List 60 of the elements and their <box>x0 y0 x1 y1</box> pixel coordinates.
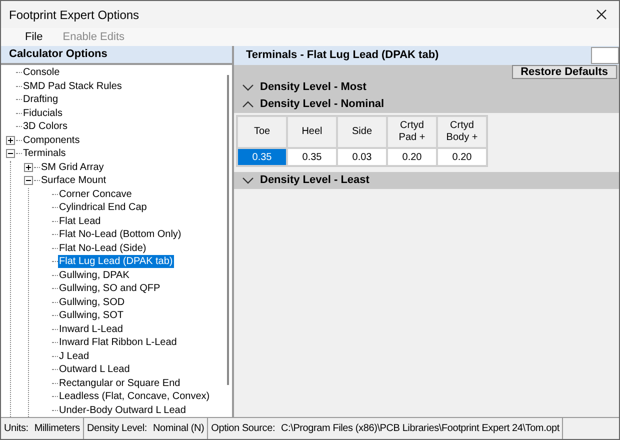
status-value: Millimeters <box>34 422 80 436</box>
restore-defaults-button[interactable]: Restore Defaults <box>512 65 617 79</box>
chevron-up-icon[interactable] <box>242 101 254 108</box>
tree-item[interactable]: SMD Pad Stack Rules <box>22 80 123 93</box>
tree-item[interactable]: 3D Colors <box>22 120 68 134</box>
tree-item[interactable]: Gullwing, DPAK <box>58 268 130 282</box>
tree-item[interactable]: Outward L Lead <box>58 363 131 376</box>
table-cell[interactable]: 0.20 <box>387 148 437 166</box>
window-title: Footprint Expert Options <box>9 6 140 24</box>
sidebar-header: Calculator Options <box>1 46 232 65</box>
section-header[interactable]: Density Level - Most <box>234 79 619 96</box>
tree-item[interactable]: Gullwing, SOT <box>58 309 124 322</box>
tree-item[interactable]: Under-Body Outward L Lead <box>58 404 187 417</box>
column-header: Side <box>337 116 387 148</box>
column-header: Crtyd Body + <box>437 116 487 148</box>
table-cell[interactable]: 0.35 <box>287 148 337 166</box>
tree-item[interactable]: Flat No-Lead (Bottom Only) <box>58 228 182 242</box>
scrollbar-thumb[interactable] <box>227 75 229 385</box>
chevron-down-icon[interactable] <box>242 177 254 184</box>
menu-item[interactable]: File <box>25 28 43 46</box>
section-header[interactable]: Density Level - Nominal <box>234 96 619 113</box>
tree-item[interactable]: Fiducials <box>22 106 64 120</box>
tree-item[interactable]: J Lead <box>58 350 90 363</box>
tree-item[interactable]: Flat Lug Lead (DPAK tab) <box>58 255 174 268</box>
status-label: Option Source: <box>211 422 276 436</box>
chevron-down-icon[interactable] <box>242 84 254 91</box>
collapse-icon[interactable] <box>24 176 33 186</box>
tree-item[interactable]: Leadless (Flat, Concave, Convex) <box>58 390 211 404</box>
table-cell[interactable]: 0.35 <box>237 148 287 166</box>
status-label: Density Level: <box>86 422 147 436</box>
close-icon[interactable] <box>596 9 607 20</box>
tree-item[interactable]: Drafting <box>22 93 60 106</box>
table-cell[interactable]: 0.20 <box>437 148 487 166</box>
table-cell[interactable]: 0.03 <box>337 148 387 166</box>
panel-title: Terminals - Flat Lug Lead (DPAK tab) <box>246 48 439 64</box>
column-header: Heel <box>287 116 337 148</box>
tree-item[interactable]: Corner Concave <box>58 188 133 201</box>
tree-item[interactable]: Inward L-Lead <box>58 322 124 336</box>
tree-item[interactable]: Rectangular or Square End <box>58 376 182 390</box>
tree-item[interactable]: Console <box>22 66 61 80</box>
column-header: Crtyd Pad + <box>387 116 437 148</box>
status-value: C:\Program Files (x86)\PCB Libraries\Footprint Expert 24\Tom.opt <box>281 422 560 436</box>
status-label: Units: <box>4 422 28 436</box>
expand-icon[interactable] <box>24 162 33 172</box>
tree-item[interactable]: Terminals <box>22 147 67 160</box>
section-header[interactable]: Density Level - Least <box>234 172 619 189</box>
tree-item[interactable]: Components <box>22 134 81 147</box>
tree-item[interactable]: Flat No-Lead (Side) <box>58 242 148 255</box>
text-field[interactable] <box>591 47 619 64</box>
expand-icon[interactable] <box>6 136 15 145</box>
column-header: Toe <box>237 116 287 148</box>
tree-item[interactable]: Cylindrical End Cap <box>58 201 148 214</box>
tree-item[interactable]: Gullwing, SOD <box>58 296 126 309</box>
tree-item[interactable]: SM Grid Array <box>40 160 105 174</box>
tree-item[interactable]: Surface Mount <box>40 174 108 188</box>
tree-item[interactable]: Inward Flat Ribbon L-Lead <box>58 336 178 350</box>
tree-item[interactable]: Flat Lead <box>58 214 102 228</box>
tree-item[interactable]: Gullwing, SO and QFP <box>58 282 162 296</box>
collapse-icon[interactable] <box>6 149 15 158</box>
status-value: Nominal (N) <box>152 422 204 436</box>
